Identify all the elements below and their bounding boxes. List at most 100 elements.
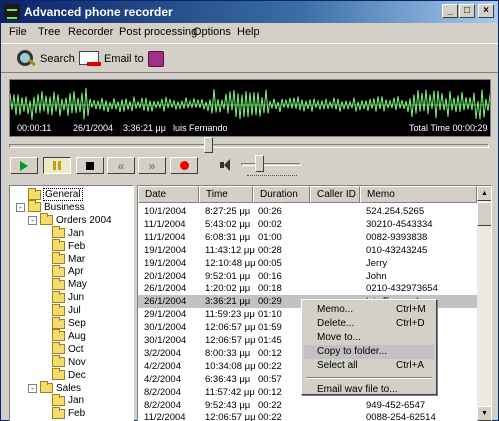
waveform-display[interactable]: 00:00:11 26/1/2004 3:36:21 μμ luis Ferna…: [9, 79, 491, 137]
table-row[interactable]: 11/1/2004 5:43:02 μμ 00:02 30210-4543334: [138, 218, 477, 231]
seek-slider-thumb[interactable]: [204, 137, 213, 153]
tree-item[interactable]: May: [40, 277, 87, 291]
folder-icon: [28, 187, 41, 200]
folder-icon: [28, 200, 41, 213]
folder-icon: [52, 226, 65, 239]
cell-date: 26/1/2004: [144, 283, 187, 295]
cell-memo: 010-43243245: [366, 244, 428, 256]
tree-item[interactable]: Feb: [40, 406, 85, 420]
cell-time: 9:52:43 μμ: [205, 399, 251, 411]
cell-time: 1:20:02 μμ: [205, 283, 251, 295]
menu-post-processing[interactable]: Post processing: [119, 26, 197, 38]
seek-track[interactable]: [9, 144, 489, 148]
tree-item[interactable]: Jun: [40, 290, 84, 304]
stop-icon: [86, 161, 94, 170]
column-memo[interactable]: Memo: [360, 186, 477, 203]
folder-icon: [52, 342, 65, 355]
context-menu-item[interactable]: Delete... Ctrl+D: [304, 317, 434, 331]
context-menu-item[interactable]: Email wav file to...: [304, 383, 434, 397]
table-row[interactable]: 26/1/2004 1:20:02 μμ 00:18 0210-432973654: [138, 282, 477, 295]
menu-file[interactable]: File: [9, 26, 27, 38]
column-time[interactable]: Time: [199, 186, 253, 203]
cell-date: 11/1/2004: [144, 231, 186, 243]
tree-expander[interactable]: -: [28, 383, 37, 393]
cell-date: 20/1/2004: [144, 270, 187, 282]
tree-item[interactable]: Jul: [40, 303, 81, 317]
table-row[interactable]: 19/1/2004 11:43:12 μμ 00:28 010-43243245: [138, 244, 477, 257]
context-menu-item[interactable]: Copy to folder...: [304, 345, 434, 359]
tree-item[interactable]: Oct: [40, 342, 84, 356]
window-title: Advanced phone recorder: [24, 5, 173, 19]
folder-tree: General - Business - Orders 2004 Jan Feb Mar Apr…: [9, 185, 134, 421]
menu-tree[interactable]: Tree: [38, 26, 60, 38]
fast-forward-button[interactable]: »: [138, 157, 166, 174]
tree-item-label: General: [43, 188, 83, 201]
table-row[interactable]: 11/1/2004 6:08:31 μμ 01:00 0082-9393838: [138, 231, 477, 244]
tree-item[interactable]: Mar: [40, 252, 85, 266]
cell-duration: 01:45: [258, 335, 282, 346]
play-button[interactable]: [10, 157, 38, 174]
tree-item[interactable]: Jan: [40, 226, 84, 240]
column-caller-id[interactable]: Caller ID: [310, 186, 360, 203]
column-date[interactable]: Date: [138, 186, 199, 203]
minimize-button[interactable]: _: [442, 4, 458, 18]
tree-item[interactable]: - Business: [16, 200, 85, 214]
recording-caller: luis Fernando: [173, 123, 228, 133]
table-row[interactable]: 8/2/2004 9:52:43 μμ 00:22 949-452-6547: [138, 399, 477, 412]
app-window: Advanced phone recorder _ □ × File Tree …: [0, 0, 499, 421]
table-row[interactable]: 11/2/2004 12:06:57 μμ 00:22 0088-254-62514: [138, 411, 477, 421]
record-button[interactable]: [170, 157, 198, 174]
tree-item[interactable]: Aug: [40, 329, 86, 343]
tree-item[interactable]: Apr: [40, 264, 84, 278]
context-menu-item[interactable]: Memo... Ctrl+M: [304, 303, 434, 317]
cell-memo: John: [366, 270, 387, 282]
folder-icon: [52, 406, 65, 419]
volume-track[interactable]: [241, 163, 301, 166]
table-row[interactable]: 20/1/2004 9:52:01 μμ 00:16 John: [138, 270, 477, 283]
folder-icon: [52, 264, 65, 277]
tree-item[interactable]: General: [16, 187, 83, 201]
table-row[interactable]: 19/1/2004 12:10:48 μμ 00:05 Jerry: [138, 257, 477, 270]
scroll-thumb[interactable]: [477, 202, 491, 226]
tree-item[interactable]: Jan: [40, 393, 84, 407]
toolbar: Search Email to: [1, 43, 498, 73]
context-menu-shortcut: Ctrl+A: [396, 360, 425, 371]
close-button[interactable]: ×: [478, 4, 494, 18]
cell-date: 30/1/2004: [144, 335, 187, 346]
cell-duration: 00:28: [258, 244, 282, 256]
tree-expander[interactable]: -: [28, 215, 37, 225]
stop-button[interactable]: [76, 157, 104, 174]
book-icon[interactable]: [148, 51, 164, 67]
folder-icon: [52, 329, 65, 342]
tree-item[interactable]: Feb: [40, 239, 85, 253]
tree-item[interactable]: Nov: [40, 355, 86, 369]
column-duration[interactable]: Duration: [253, 186, 310, 203]
volume-slider-thumb[interactable]: [255, 155, 264, 172]
tree-item[interactable]: Dec: [40, 368, 86, 382]
menu-help[interactable]: Help: [237, 26, 260, 38]
menu-recorder[interactable]: Recorder: [68, 26, 113, 38]
recording-date: 26/1/2004: [73, 123, 114, 133]
tree-item[interactable]: - Sales: [28, 381, 81, 395]
cell-duration: 00:02: [258, 218, 282, 230]
scroll-down-button[interactable]: ▼: [477, 406, 491, 421]
scroll-up-button[interactable]: ▲: [477, 186, 491, 201]
tree-item-label: Sep: [68, 318, 86, 329]
folder-icon: [40, 213, 53, 226]
title-bar[interactable]: Advanced phone recorder _ □ ×: [1, 1, 498, 23]
folder-icon: [52, 303, 65, 316]
rewind-button[interactable]: «: [107, 157, 135, 174]
menu-options[interactable]: Options: [193, 26, 231, 38]
maximize-button[interactable]: □: [459, 4, 475, 18]
context-menu-item[interactable]: Select all Ctrl+A: [304, 359, 434, 373]
pause-button[interactable]: [43, 157, 71, 174]
search-button[interactable]: Search: [15, 47, 75, 71]
vertical-scrollbar[interactable]: ▲ ▼: [477, 186, 491, 421]
total-time: Total Time 00:00:29: [409, 123, 488, 133]
table-row[interactable]: 10/1/2004 8:27:25 μμ 00:26 524.254.5265: [138, 205, 477, 218]
tree-item[interactable]: - Orders 2004: [28, 213, 112, 227]
tree-expander[interactable]: -: [16, 202, 25, 212]
tree-item[interactable]: Sep: [40, 316, 86, 330]
context-menu-item[interactable]: Move to...: [304, 331, 434, 345]
email-button[interactable]: Email to: [79, 47, 144, 71]
